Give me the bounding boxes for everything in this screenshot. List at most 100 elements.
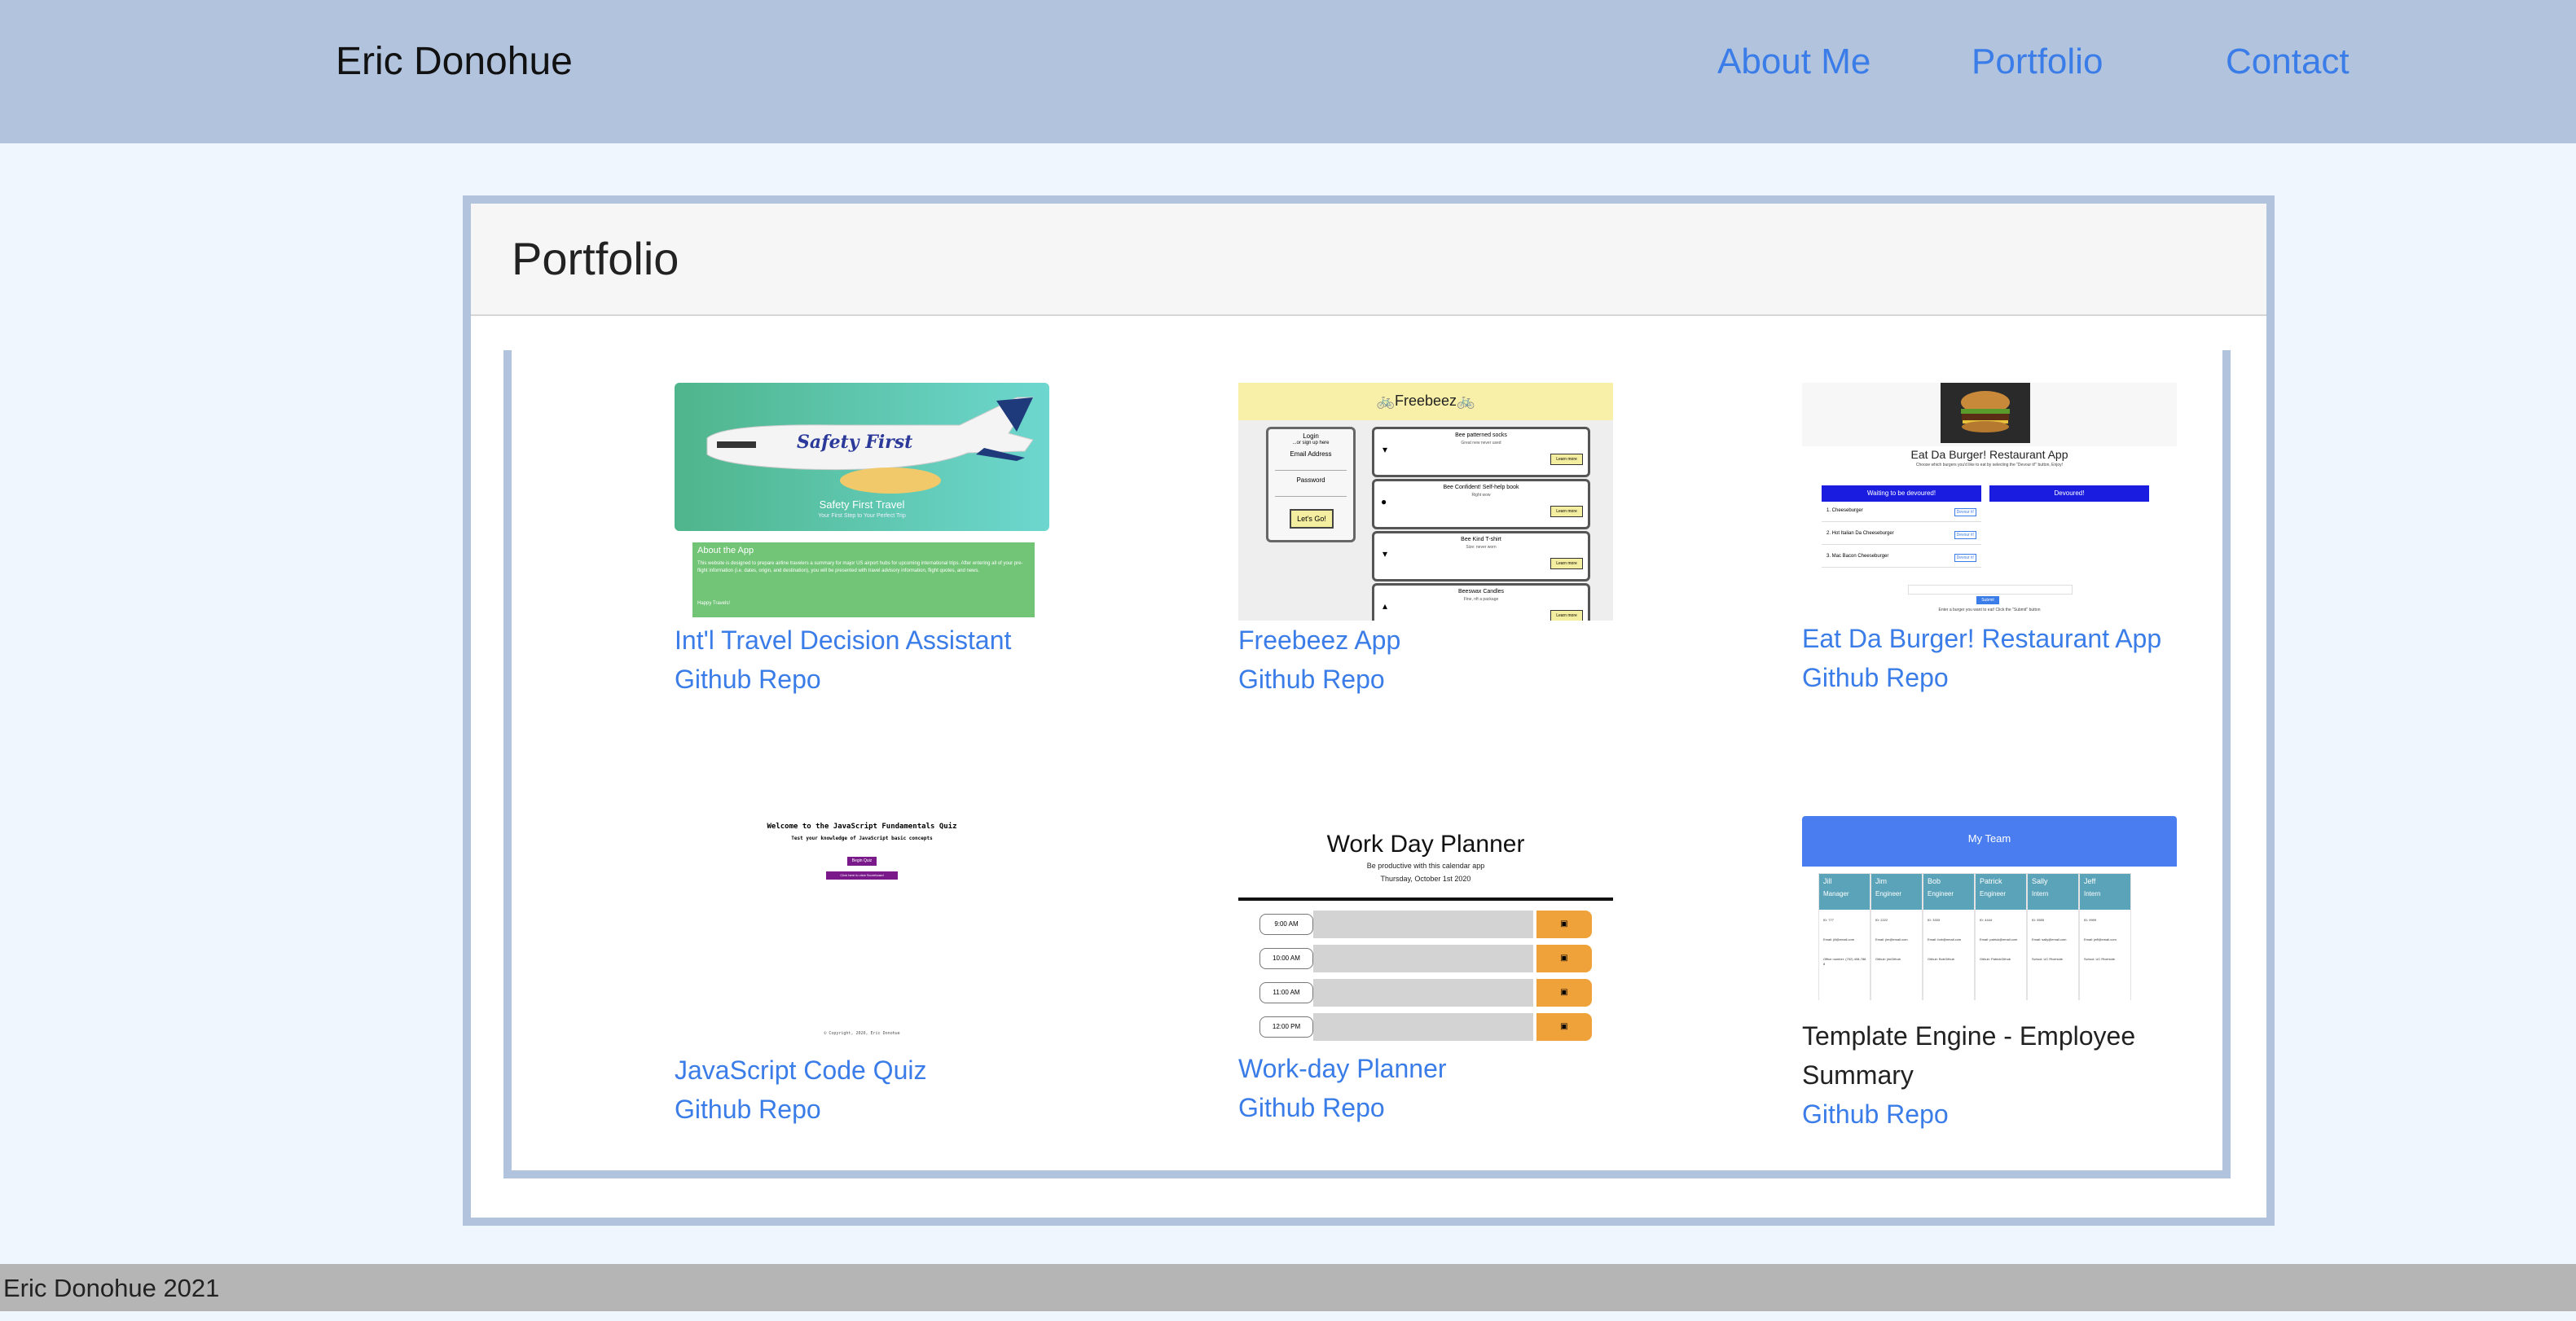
project-screenshot[interactable]: Safety First Safety First Travel Your Fi… — [675, 383, 1049, 617]
screenshot-team-name: Jill — [1823, 877, 1832, 885]
screenshot-item: ▴ Beeswax Candles Fine, nft a package Le… — [1372, 583, 1590, 621]
screenshot-team-role: Manager — [1823, 890, 1849, 897]
project-title-link[interactable]: Work-day Planner — [1238, 1049, 1447, 1088]
screenshot-heading: Work Day Planner — [1326, 831, 1525, 858]
screenshot-login-box: Login ...or sign up here Email Address P… — [1266, 427, 1356, 542]
bee-icon: ▾ — [1383, 444, 1388, 455]
screenshot-team-card-header: Jeff Intern — [2080, 874, 2130, 910]
screenshot-row-button: Devour it! — [1954, 508, 1976, 516]
screenshot-heading: Welcome to the JavaScript Fundamentals Q… — [767, 823, 957, 831]
navbar: Eric Donohue About Me Portfolio Contact — [0, 0, 2576, 143]
screenshot-row-button: Devour it! — [1954, 531, 1976, 539]
github-repo-link[interactable]: Github Repo — [675, 660, 821, 699]
screenshot-begin-button: Begin Quiz — [847, 857, 877, 866]
github-repo-link[interactable]: Github Repo — [675, 1090, 821, 1129]
nav-link-contact[interactable]: Contact — [2226, 36, 2350, 88]
screenshot-item: ● Bee Confident! Self-help book Right wo… — [1372, 479, 1590, 529]
save-icon: ▣ — [1536, 1013, 1592, 1041]
screenshot-hour: 12:00 PM — [1259, 1016, 1313, 1038]
brand-name[interactable]: Eric Donohue — [336, 36, 573, 88]
screenshot-team-extra: Github: PatrickGithub — [1980, 957, 2011, 961]
screenshot-about-title: About the App — [697, 546, 754, 555]
candle-icon: ▴ — [1383, 600, 1388, 612]
github-repo-link[interactable]: Github Repo — [1802, 658, 1949, 697]
screenshot-event — [1313, 979, 1533, 1007]
screenshot-time-row: 11:00 AM ▣ — [1259, 979, 1592, 1007]
screenshot-subheading: Test your knowledge of JavaScript basic … — [791, 836, 933, 841]
screenshot-event — [1313, 1013, 1533, 1041]
screenshot-item-sub: Fine, nft a package — [1463, 597, 1499, 602]
screenshot-subheading: Your First Step to Your Perfect Trip — [818, 513, 906, 519]
screenshot-event — [1313, 911, 1533, 938]
screenshot-row: 3. Mac Bacon Cheeseburger Devour it! — [1822, 551, 1981, 568]
screenshot-time-row: 12:00 PM ▣ — [1259, 1013, 1592, 1041]
screenshot-team-role: Intern — [2032, 890, 2049, 897]
screenshot-item: ▾ Bee Kind T-shirt Size: never worn Lear… — [1372, 531, 1590, 582]
screenshot-team-name: Sally — [2032, 877, 2048, 885]
screenshot-password-field — [1275, 488, 1347, 497]
project-title-link[interactable]: Int'l Travel Decision Assistant — [675, 621, 1011, 660]
screenshot-team-card: Jill Manager ID: 777 Email: jill@email.com O… — [1818, 873, 1870, 1000]
screenshot-team-card-header: Patrick Engineer — [1976, 874, 2026, 910]
project-card: Eat Da Burger! Restaurant App Choose whi… — [1802, 383, 2185, 709]
screenshot-hour: 10:00 AM — [1259, 948, 1313, 969]
screenshot-item-title: Bee Confident! Self-help book — [1443, 485, 1519, 490]
screenshot-time-row: 9:00 AM ▣ — [1259, 911, 1592, 938]
screenshot-team-role: Engineer — [1875, 890, 1902, 897]
screenshot-go-button: Let's Go! — [1290, 509, 1334, 529]
screenshot-subheading: Be productive with this calendar app — [1366, 862, 1485, 870]
screenshot-email-field — [1275, 462, 1347, 471]
screenshot-team-id: ID: 5555 — [2032, 918, 2045, 922]
screenshot-team-card: Jim Engineer ID: 2222 Email: jim@email.com G… — [1870, 873, 1923, 1000]
screenshot-team-extra: Office number: (702) 408-7888 — [1823, 957, 1866, 966]
screenshot-team-id: ID: 4444 — [1980, 918, 1993, 922]
page-title: Portfolio — [512, 233, 679, 284]
screenshot-subheading: Choose which burgers you'd like to eat b… — [1915, 463, 2064, 467]
screenshot-row: 1. Cheeseburger Devour it! — [1822, 505, 1981, 522]
github-repo-link[interactable]: Github Repo — [1238, 660, 1385, 699]
github-repo-link[interactable]: Github Repo — [1802, 1095, 1949, 1134]
screenshot-login-label: Login — [1303, 432, 1319, 440]
screenshot-team-card: Sally Intern ID: 5555 Email: sally@email.co… — [2027, 873, 2079, 1000]
screenshot-header: 🚲Freebeez🚲 — [1238, 383, 1613, 420]
screenshot-team-name: Jeff — [2084, 877, 2096, 885]
screenshot-password-label: Password — [1296, 476, 1325, 484]
screenshot-heading: Eat Da Burger! Restaurant App — [1910, 448, 2068, 461]
screenshot-team-name: Jim — [1875, 877, 1887, 885]
screenshot-team-email: Email: jill@email.com — [1823, 937, 1855, 941]
project-screenshot[interactable]: Welcome to the JavaScript Fundamentals Q… — [675, 816, 1049, 1054]
screenshot-team-card-header: Jill Manager — [1819, 874, 1870, 910]
screenshot-hour: 9:00 AM — [1259, 914, 1313, 935]
screenshot-row-label: 3. Mac Bacon Cheeseburger — [1826, 554, 1889, 559]
screenshot-team-id: ID: 777 — [1823, 918, 1834, 922]
project-screenshot[interactable]: 🚲Freebeez🚲 Login ...or sign up here Emai… — [1238, 383, 1613, 621]
screenshot-team-name: Patrick — [1980, 877, 2002, 885]
nav-link-portfolio[interactable]: Portfolio — [1972, 36, 2103, 88]
screenshot-team-id: ID: 3333 — [1928, 918, 1941, 922]
screenshot-team-extra: Github: jimGithub — [1875, 957, 1901, 961]
screenshot-copyright: © Copyright, 2020, Eric Donohue — [824, 1031, 900, 1036]
screenshot-team-card: Jeff Intern ID: 9999 Email: jeff@email.com S… — [2079, 873, 2131, 1000]
screenshot-team-email: Email: jim@email.com — [1875, 937, 1908, 941]
project-screenshot[interactable]: My Team Jill Manager ID: 777 Email: jill@em… — [1802, 816, 2177, 1000]
screenshot-team-card: Bob Engineer ID: 3333 Email: bob@email.com G… — [1923, 873, 1975, 1000]
screenshot-team-id: ID: 2222 — [1875, 918, 1888, 922]
project-title-link[interactable]: Freebeez App — [1238, 621, 1400, 660]
project-title-link[interactable]: Eat Da Burger! Restaurant App — [1802, 619, 2161, 658]
screenshot-item-button: Learn more — [1550, 454, 1583, 465]
github-repo-link[interactable]: Github Repo — [1238, 1088, 1385, 1127]
screenshot-row-label: 1. Cheeseburger — [1826, 508, 1863, 513]
burger-image — [1941, 383, 2030, 443]
screenshot-item-sub: Right wow — [1471, 493, 1491, 498]
screenshot-divider — [1238, 897, 1613, 901]
screenshot-hour: 11:00 AM — [1259, 982, 1313, 1003]
screenshot-col2-header: Devoured! — [1989, 485, 2149, 502]
footer: Eric Donohue 2021 — [0, 1264, 2576, 1311]
screenshot-team-role: Engineer — [1928, 890, 1954, 897]
project-title-link[interactable]: JavaScript Code Quiz — [675, 1051, 926, 1090]
project-screenshot[interactable]: Work Day Planner Be productive with this… — [1238, 816, 1613, 1054]
screenshot-item-title: Bee patterned socks — [1455, 432, 1507, 438]
project-screenshot[interactable]: Eat Da Burger! Restaurant App Choose whi… — [1802, 383, 2177, 621]
screenshot-email-label: Email Address — [1290, 450, 1332, 458]
nav-link-about-me[interactable]: About Me — [1717, 36, 1870, 88]
